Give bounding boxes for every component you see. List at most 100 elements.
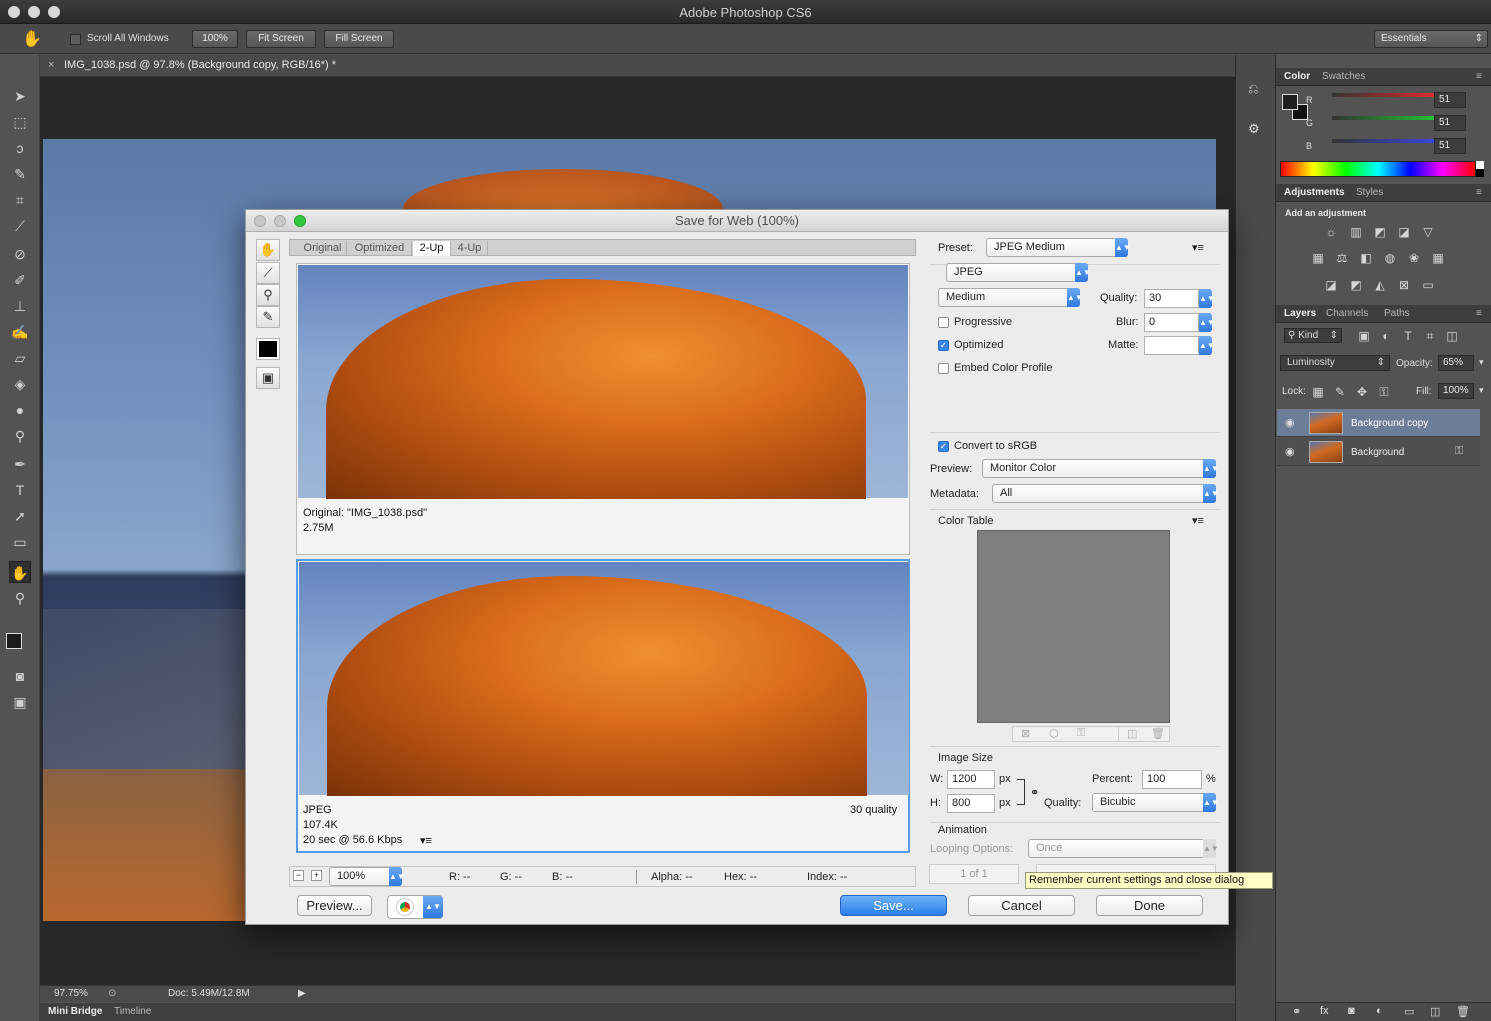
black-white-icon[interactable]: ◧	[1358, 251, 1374, 265]
channel-b-value[interactable]: 51	[1434, 138, 1466, 154]
progressive-checkbox[interactable]	[938, 317, 949, 328]
dodge-tool-icon[interactable]: ⚲	[9, 425, 31, 447]
optimized-preview-pane[interactable]: JPEG 107.4K 20 sec @ 56.6 Kbps ▾≡ 30 qua…	[296, 559, 910, 853]
resample-select[interactable]: Bicubic ▲▼	[1092, 793, 1219, 812]
percent-input[interactable]: 100	[1142, 770, 1202, 789]
eyedropper-color-swatch[interactable]	[256, 338, 280, 360]
exposure-icon[interactable]: ◪	[1396, 225, 1412, 239]
document-tab[interactable]: × IMG_1038.psd @ 97.8% (Background copy,…	[40, 55, 1235, 77]
embed-color-profile-checkbox[interactable]	[938, 363, 949, 374]
tab-styles[interactable]: Styles	[1356, 187, 1383, 198]
preview-color-select[interactable]: Monitor Color ▲▼	[982, 459, 1219, 478]
color-fg-swatch[interactable]	[1282, 94, 1298, 110]
pen-tool-icon[interactable]: ✒	[9, 453, 31, 475]
levels-icon[interactable]: ▥	[1348, 225, 1364, 239]
filter-pixel-icon[interactable]: ▣	[1356, 329, 1372, 343]
new-group-icon[interactable]: ▭	[1404, 1005, 1414, 1018]
zoom-tool-icon[interactable]: ⚲	[256, 284, 280, 306]
history-brush-tool-icon[interactable]: ✍	[9, 321, 31, 343]
panel-menu-icon[interactable]: ≡	[1476, 187, 1482, 198]
healing-brush-tool-icon[interactable]: ⊘	[9, 243, 31, 265]
filter-smart-object-icon[interactable]: ◫	[1444, 329, 1460, 343]
fit-screen-button[interactable]: Fit Screen	[246, 30, 316, 48]
zoom-100-button[interactable]: 100%	[192, 30, 238, 48]
tab-color[interactable]: Color	[1284, 71, 1310, 82]
link-proportions-icon[interactable]: ⚭	[1030, 786, 1039, 799]
opacity-dropdown-icon[interactable]: ▾	[1479, 357, 1484, 368]
dialog-close-button[interactable]	[254, 215, 266, 227]
link-layers-icon[interactable]: ⚭	[1292, 1005, 1301, 1018]
close-tab-icon[interactable]: ×	[48, 59, 54, 71]
workspace-select[interactable]: Essentials ⇕	[1374, 30, 1488, 48]
channel-r-slider[interactable]	[1332, 93, 1438, 97]
done-button[interactable]: Done	[1096, 895, 1203, 916]
selective-color-icon[interactable]: ⊠	[1396, 278, 1412, 292]
channel-b-slider[interactable]	[1332, 139, 1438, 143]
tab-2-up[interactable]: 2-Up	[413, 241, 451, 256]
brush-tool-icon[interactable]: ✐	[9, 269, 31, 291]
fill-screen-button[interactable]: Fill Screen	[324, 30, 394, 48]
status-info-icon[interactable]: ⊙	[108, 988, 116, 999]
convert-srgb-checkbox[interactable]: ✓	[938, 441, 949, 452]
curves-icon[interactable]: ◩	[1372, 225, 1388, 239]
quick-mask-icon[interactable]: ◙	[9, 665, 31, 687]
file-format-select[interactable]: JPEG ▲▼	[946, 263, 1091, 282]
quality-stepper[interactable]: ▲▼	[1198, 289, 1215, 308]
properties-panel-icon[interactable]: ⚙	[1248, 121, 1266, 139]
zoom-in-button[interactable]: +	[311, 870, 322, 881]
lock-pixels-icon[interactable]: ✎	[1332, 385, 1348, 399]
new-layer-icon[interactable]: ◫	[1430, 1005, 1440, 1018]
optimized-checkbox[interactable]: ✓	[938, 340, 949, 351]
fill-value[interactable]: 100%	[1438, 383, 1474, 399]
lasso-tool-icon[interactable]: ↄ	[9, 137, 31, 159]
move-tool-icon[interactable]: ➤	[9, 85, 31, 107]
layer-row-background[interactable]: ◉ Background ⚿	[1277, 438, 1480, 466]
posterize-icon[interactable]: ◩	[1348, 278, 1364, 292]
marquee-tool-icon[interactable]: ⬚	[9, 111, 31, 133]
download-speed-menu-icon[interactable]: ▾≡	[420, 834, 432, 847]
color-balance-icon[interactable]: ⚖	[1334, 251, 1350, 265]
toggle-slices-icon[interactable]: ▣	[256, 367, 280, 389]
preview-in-browser-button[interactable]: Preview...	[297, 895, 372, 916]
lock-all-icon[interactable]: ⚿	[1376, 385, 1392, 399]
hand-tool-icon[interactable]: ✋	[256, 239, 280, 261]
lock-position-icon[interactable]: ✥	[1354, 385, 1370, 399]
status-menu-arrow-icon[interactable]: ▶	[298, 988, 306, 999]
channel-mixer-icon[interactable]: ❀	[1406, 251, 1422, 265]
web-shift-icon[interactable]: ⬡	[1049, 727, 1059, 740]
filter-type-icon[interactable]: T	[1400, 329, 1416, 343]
tab-layers[interactable]: Layers	[1284, 308, 1316, 319]
history-panel-icon[interactable]: ⎌	[1248, 81, 1266, 99]
tab-original[interactable]: Original	[299, 241, 347, 256]
matte-select[interactable]: ▲▼	[1198, 336, 1215, 355]
crop-tool-icon[interactable]: ⌗	[9, 189, 31, 211]
delete-layer-icon[interactable]: 🗑	[1456, 1005, 1470, 1018]
preset-select[interactable]: JPEG Medium ▲▼	[986, 238, 1131, 257]
black-white-ramp[interactable]	[1476, 161, 1484, 177]
looping-select[interactable]: Once ▲▼	[1028, 839, 1219, 858]
slice-select-tool-icon[interactable]: ⟋	[256, 262, 280, 284]
filter-shape-icon[interactable]: ⌗	[1422, 329, 1438, 343]
tab-optimized[interactable]: Optimized	[348, 241, 412, 256]
browser-select[interactable]: ▲▼	[387, 895, 443, 919]
type-tool-icon[interactable]: T	[9, 479, 31, 501]
hue-saturation-icon[interactable]: ▦	[1310, 251, 1326, 265]
map-transparency-icon[interactable]: ⊠	[1021, 727, 1030, 740]
eyedropper-tool-icon[interactable]: ⟋	[9, 215, 31, 237]
paint-bucket-tool-icon[interactable]: ◈	[9, 373, 31, 395]
channel-g-value[interactable]: 51	[1434, 115, 1466, 131]
layer-style-fx-icon[interactable]: fx	[1320, 1005, 1329, 1017]
dialog-minimize-button[interactable]	[274, 215, 286, 227]
screen-mode-icon[interactable]: ▣	[9, 691, 31, 713]
hand-tool-icon[interactable]: ✋	[9, 561, 31, 583]
save-button[interactable]: Save...	[840, 895, 947, 916]
zoom-tool-icon[interactable]: ⚲	[9, 587, 31, 609]
lock-transparent-icon[interactable]: ▦	[1310, 385, 1326, 399]
color-lookup-icon[interactable]: ▦	[1430, 251, 1446, 265]
invert-icon[interactable]: ◪	[1323, 278, 1339, 292]
tab-timeline[interactable]: Timeline	[114, 1006, 151, 1017]
tab-channels[interactable]: Channels	[1326, 308, 1368, 319]
layer-filter-kind-select[interactable]: ⚲ Kind ⇕	[1284, 328, 1342, 343]
add-mask-icon[interactable]: ◙	[1348, 1005, 1355, 1017]
layer-name[interactable]: Background	[1351, 447, 1404, 458]
